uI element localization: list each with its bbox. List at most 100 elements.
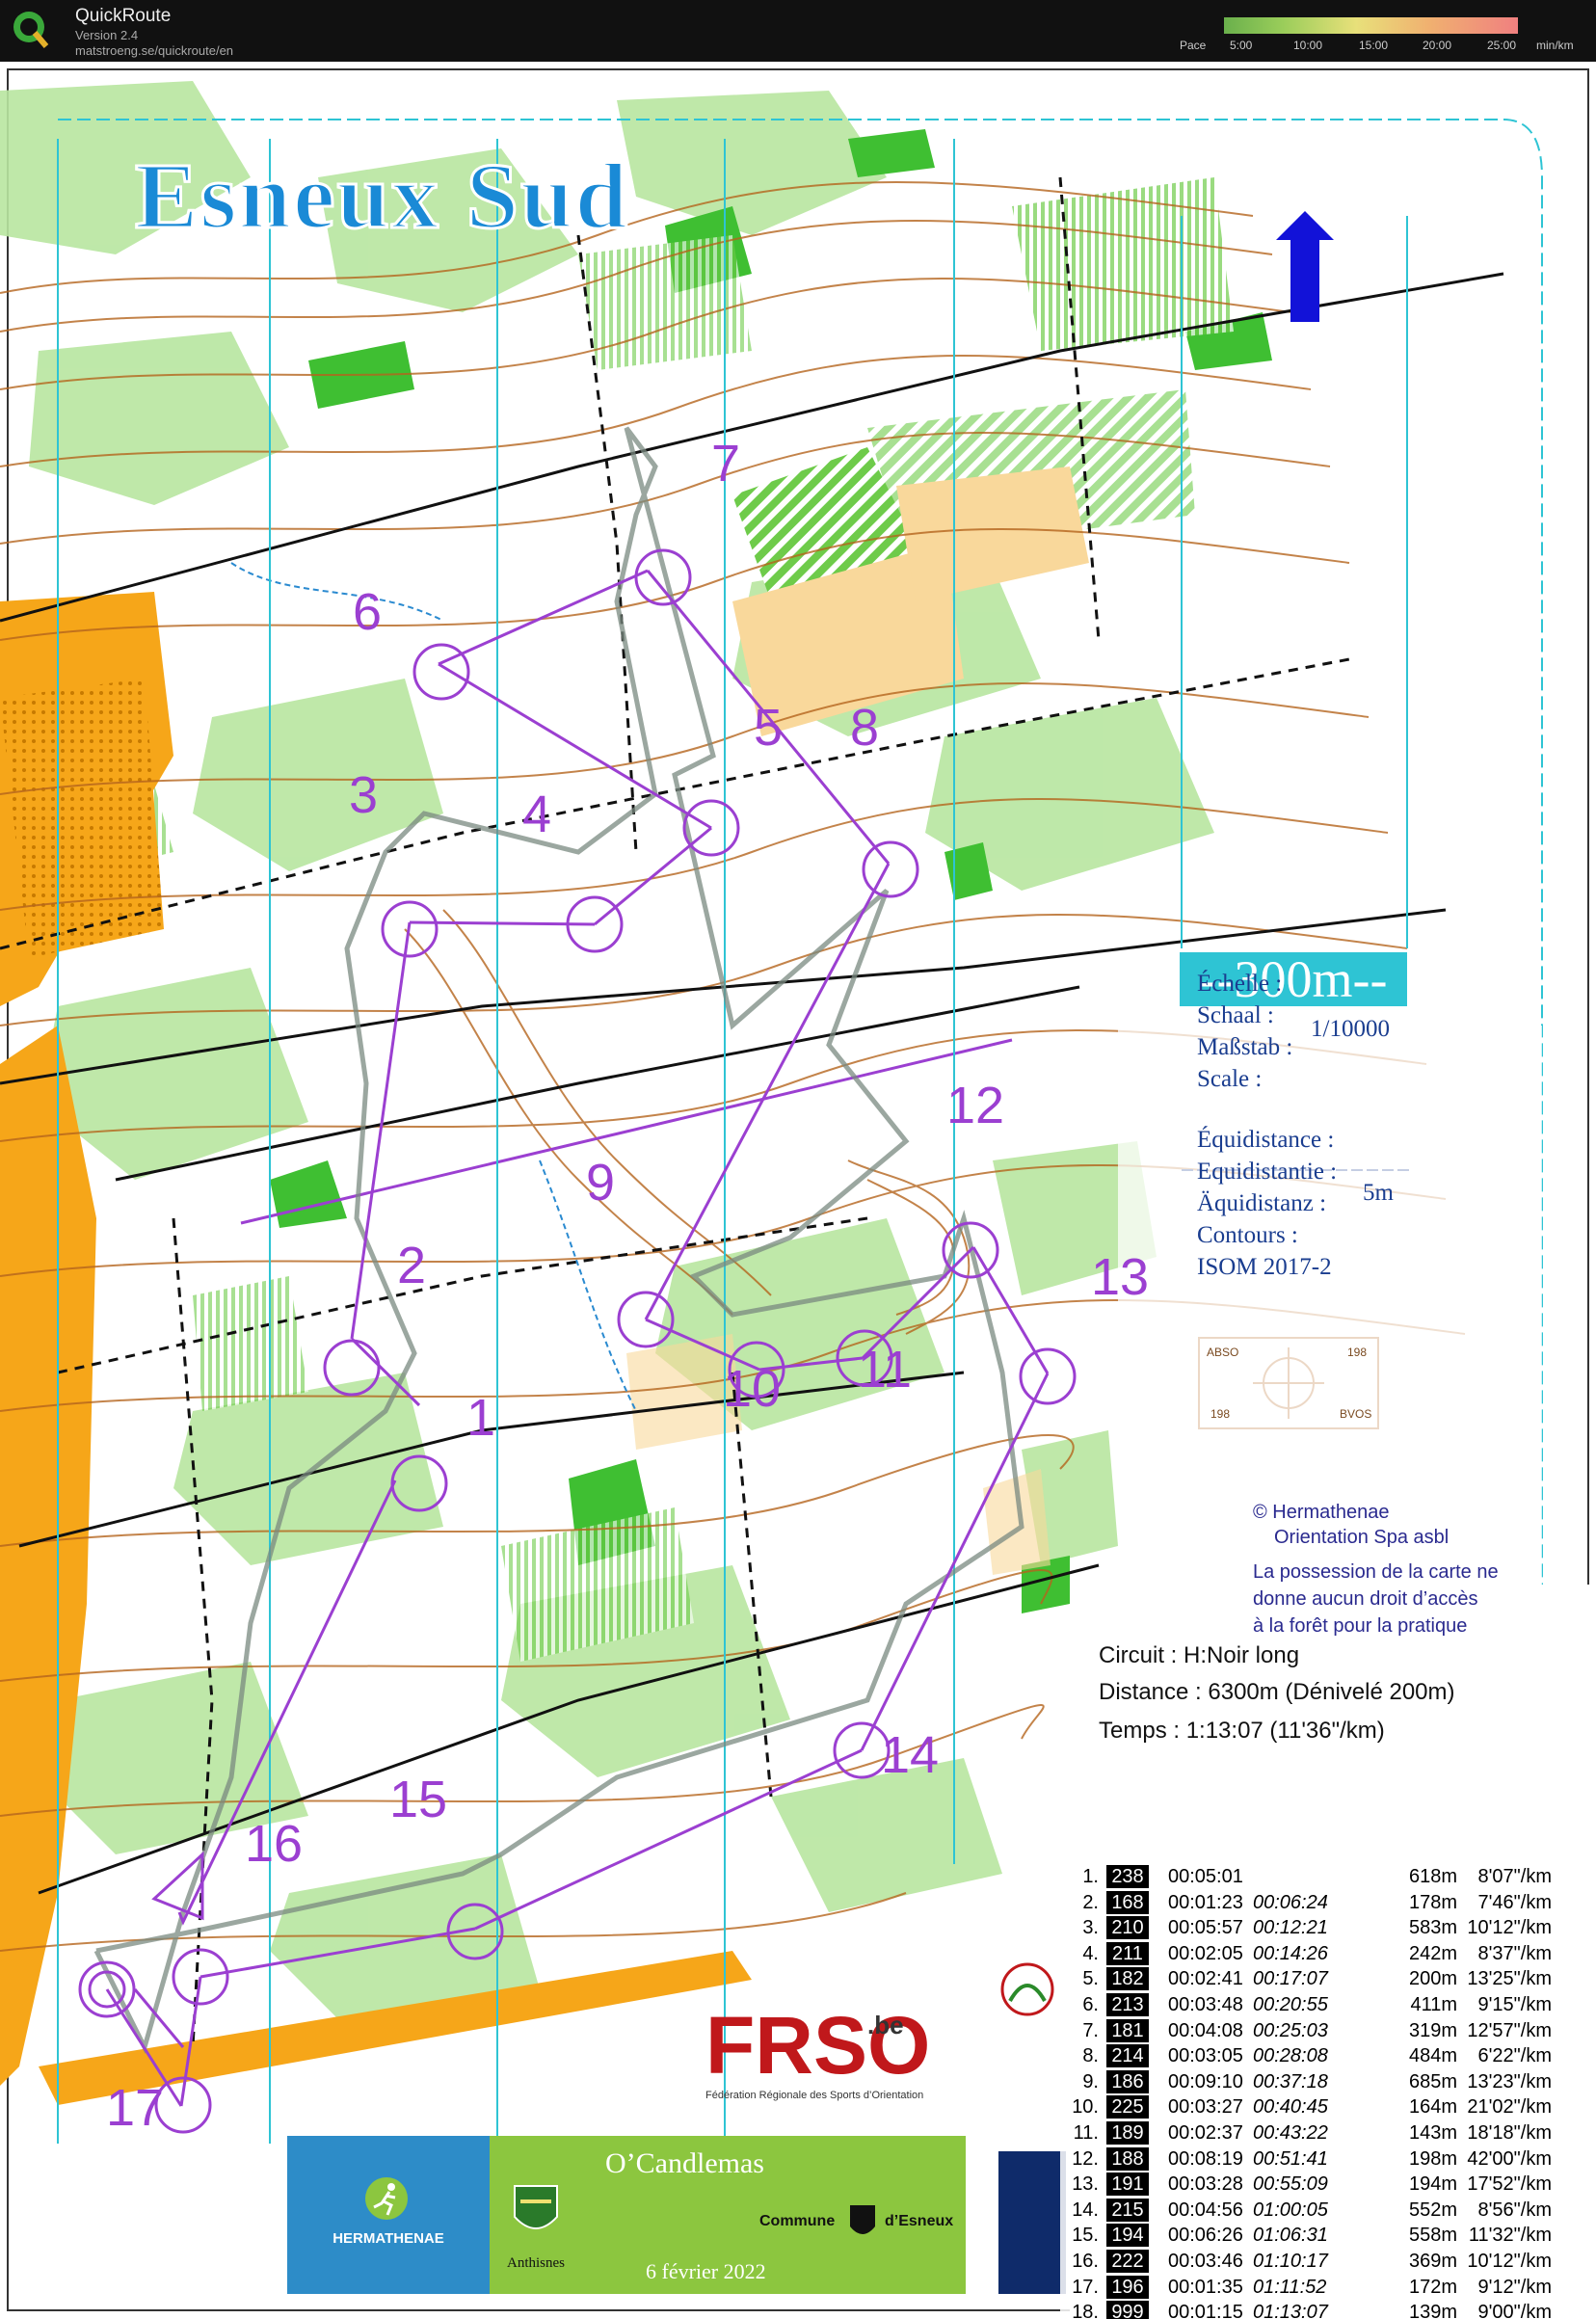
app-name: QuickRoute bbox=[75, 6, 172, 26]
split-time: 00:04:08 bbox=[1168, 2019, 1243, 2041]
split-row[interactable]: 1. 238 00:05:01 618m 8'07"/km bbox=[1060, 1864, 1581, 1890]
split-index: 10. bbox=[1072, 2096, 1099, 2119]
split-index: 13. bbox=[1072, 2173, 1099, 2196]
scale-value: 1/10000 bbox=[1311, 1016, 1390, 1042]
split-row[interactable]: 17. 196 00:01:35 01:11:52 172m 9'12"/km bbox=[1060, 2275, 1581, 2301]
control-number[interactable]: 8 bbox=[850, 698, 879, 758]
compass-label: BVOS bbox=[1340, 1407, 1372, 1421]
split-index: 2. bbox=[1082, 1891, 1099, 1913]
split-distance: 139m bbox=[1408, 2302, 1457, 2319]
control-number[interactable]: 5 bbox=[754, 698, 783, 758]
split-cumulative: 01:10:17 bbox=[1253, 2250, 1328, 2272]
split-cumulative: 00:51:41 bbox=[1253, 2147, 1328, 2170]
split-row[interactable]: 5. 182 00:02:41 00:17:07 200m 13'25"/km bbox=[1060, 1966, 1581, 1992]
compass-label: 198 bbox=[1347, 1346, 1368, 1359]
split-row[interactable]: 10. 225 00:03:27 00:40:45 164m 21'02"/km bbox=[1060, 2094, 1581, 2120]
split-row[interactable]: 12. 188 00:08:19 00:51:41 198m 42'00"/km bbox=[1060, 2146, 1581, 2172]
split-time: 00:03:48 bbox=[1168, 1993, 1243, 2015]
split-pace: 8'56"/km bbox=[1477, 2199, 1552, 2221]
split-pace: 21'02"/km bbox=[1467, 2096, 1552, 2119]
split-cumulative: 00:20:55 bbox=[1253, 1993, 1328, 2015]
split-distance: 558m bbox=[1408, 2225, 1457, 2247]
runner-icon bbox=[365, 2177, 408, 2220]
hermathenae-panel: HERMATHENAE bbox=[287, 2136, 490, 2294]
split-code: 211 bbox=[1106, 1941, 1149, 1965]
split-cumulative: 00:17:07 bbox=[1253, 1968, 1328, 1990]
app-url[interactable]: matstroeng.se/quickroute/en bbox=[75, 43, 233, 58]
split-row[interactable]: 6. 213 00:03:48 00:20:55 411m 9'15"/km bbox=[1060, 1992, 1581, 2018]
split-index: 17. bbox=[1072, 2276, 1099, 2298]
orienteering-map[interactable]: Esneux Sud --300m-- Échelle : Schaal : M… bbox=[0, 62, 1596, 2319]
split-time: 00:06:26 bbox=[1168, 2225, 1243, 2247]
split-row[interactable]: 11. 189 00:02:37 00:43:22 143m 18'18"/km bbox=[1060, 2120, 1581, 2146]
split-row[interactable]: 4. 211 00:02:05 00:14:26 242m 8'37"/km bbox=[1060, 1941, 1581, 1967]
split-pace: 9'12"/km bbox=[1477, 2276, 1552, 2298]
course-circuit: Circuit : H:Noir long bbox=[1099, 1642, 1300, 1668]
split-distance: 552m bbox=[1408, 2199, 1457, 2221]
split-cumulative: 00:06:24 bbox=[1253, 1891, 1328, 1913]
split-row[interactable]: 14. 215 00:04:56 01:00:05 552m 8'56"/km bbox=[1060, 2198, 1581, 2224]
quickroute-logo-icon bbox=[13, 12, 49, 48]
control-number[interactable]: 16 bbox=[245, 1814, 303, 1874]
split-row[interactable]: 2. 168 00:01:23 00:06:24 178m 7'46"/km bbox=[1060, 1890, 1581, 1916]
split-row[interactable]: 3. 210 00:05:57 00:12:21 583m 10'12"/km bbox=[1060, 1915, 1581, 1941]
equidistance-label: Contours : bbox=[1197, 1222, 1298, 1248]
split-pace: 17'52"/km bbox=[1467, 2173, 1552, 2196]
control-number[interactable]: 4 bbox=[522, 785, 551, 844]
split-row[interactable]: 15. 194 00:06:26 01:06:31 558m 11'32"/km bbox=[1060, 2223, 1581, 2249]
split-pace: 9'00"/km bbox=[1477, 2302, 1552, 2319]
map-title: Esneux Sud bbox=[133, 144, 630, 251]
control-number[interactable]: 1 bbox=[466, 1388, 495, 1448]
split-distance: 172m bbox=[1408, 2276, 1457, 2298]
sponsor-banner: HERMATHENAE O’Candlemas Anthisnes Commun… bbox=[287, 2136, 966, 2294]
split-cumulative: 00:12:21 bbox=[1253, 1917, 1328, 1939]
split-distance: 143m bbox=[1408, 2121, 1457, 2144]
compass-label: 198 bbox=[1210, 1407, 1231, 1421]
notice-line: La possession de la carte ne bbox=[1253, 1561, 1499, 1583]
control-number[interactable]: 15 bbox=[389, 1770, 447, 1829]
split-row[interactable]: 18. 999 00:01:15 01:13:07 139m 9'00"/km bbox=[1060, 2300, 1581, 2319]
pace-tick: 20:00 bbox=[1423, 39, 1452, 52]
control-number[interactable]: 13 bbox=[1091, 1247, 1149, 1307]
split-index: 14. bbox=[1072, 2199, 1099, 2221]
hermathenae-label: HERMATHENAE bbox=[332, 2230, 444, 2247]
split-cumulative: 00:37:18 bbox=[1253, 2070, 1328, 2092]
split-row[interactable]: 7. 181 00:04:08 00:25:03 319m 12'57"/km bbox=[1060, 2018, 1581, 2044]
split-time: 00:03:27 bbox=[1168, 2096, 1243, 2119]
control-number[interactable]: 17 bbox=[106, 2078, 164, 2138]
split-pace: 10'12"/km bbox=[1467, 2250, 1552, 2272]
split-row[interactable]: 8. 214 00:03:05 00:28:08 484m 6'22"/km bbox=[1060, 2043, 1581, 2069]
split-pace: 18'18"/km bbox=[1467, 2121, 1552, 2144]
split-time: 00:05:57 bbox=[1168, 1917, 1243, 1939]
split-code: 210 bbox=[1106, 1916, 1149, 1940]
control-number[interactable]: 6 bbox=[353, 582, 382, 642]
control-number[interactable]: 3 bbox=[349, 765, 378, 825]
split-index: 3. bbox=[1082, 1917, 1099, 1939]
split-row[interactable]: 13. 191 00:03:28 00:55:09 194m 17'52"/km bbox=[1060, 2172, 1581, 2198]
split-pace: 8'07"/km bbox=[1477, 1866, 1552, 1887]
control-number[interactable]: 14 bbox=[881, 1725, 939, 1785]
split-code: 196 bbox=[1106, 2275, 1149, 2299]
control-number[interactable]: 2 bbox=[397, 1236, 426, 1295]
split-distance: 319m bbox=[1408, 2019, 1457, 2041]
split-row[interactable]: 16. 222 00:03:46 01:10:17 369m 10'12"/km bbox=[1060, 2249, 1581, 2275]
split-time: 00:08:19 bbox=[1168, 2147, 1243, 2170]
control-number[interactable]: 10 bbox=[723, 1359, 781, 1419]
split-time: 00:02:41 bbox=[1168, 1968, 1243, 1990]
control-number[interactable]: 12 bbox=[946, 1076, 1004, 1135]
split-distance: 484m bbox=[1408, 2045, 1457, 2067]
pace-tick: 5:00 bbox=[1230, 39, 1253, 52]
split-time: 00:03:05 bbox=[1168, 2045, 1243, 2067]
compass-label: ABSO bbox=[1207, 1346, 1239, 1359]
course-distance: Distance : 6300m (Dénivelé 200m) bbox=[1099, 1679, 1455, 1705]
split-index: 11. bbox=[1073, 2121, 1099, 2144]
equidistance-label: Äquidistanz : bbox=[1197, 1190, 1327, 1216]
split-row[interactable]: 9. 186 00:09:10 00:37:18 685m 13'23"/km bbox=[1060, 2069, 1581, 2095]
control-number[interactable]: 7 bbox=[711, 434, 740, 493]
split-index: 1. bbox=[1082, 1866, 1099, 1887]
control-number[interactable]: 9 bbox=[586, 1153, 615, 1213]
split-distance: 583m bbox=[1408, 1917, 1457, 1939]
control-number[interactable]: 11 bbox=[858, 1340, 912, 1399]
split-pace: 10'12"/km bbox=[1467, 1917, 1552, 1939]
split-index: 12. bbox=[1072, 2147, 1099, 2170]
